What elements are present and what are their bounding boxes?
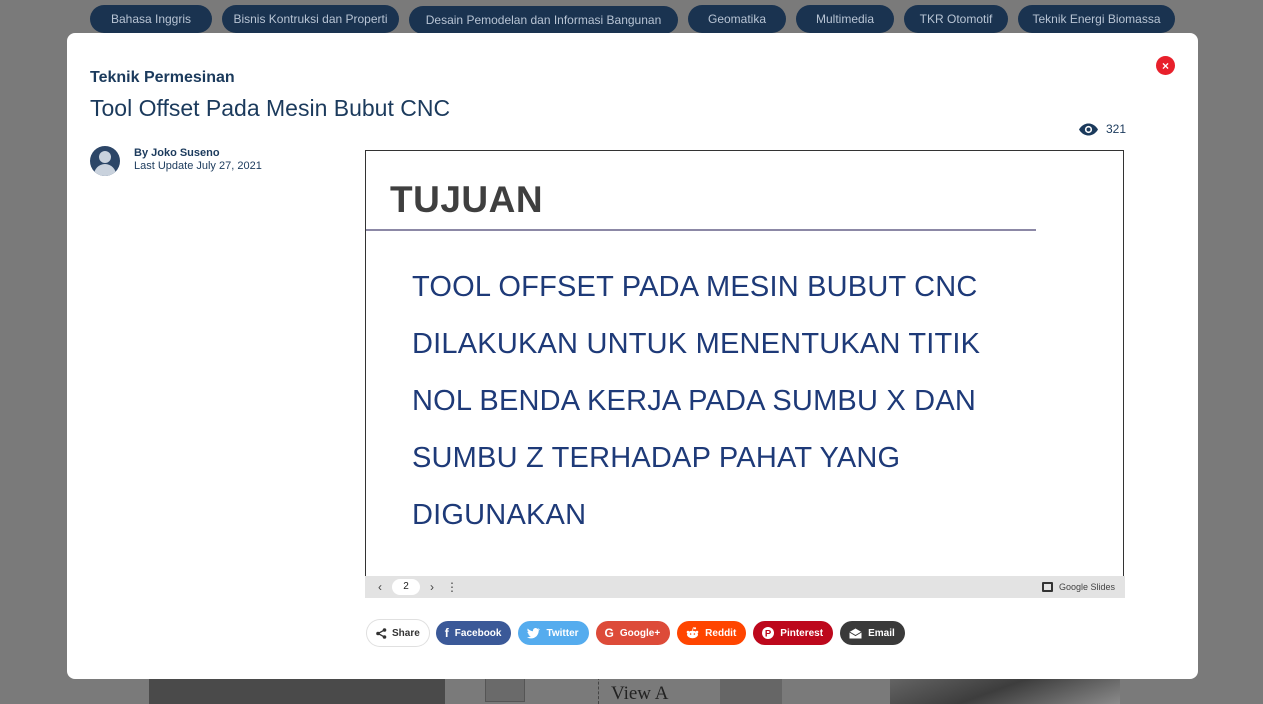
share-bar: Share f Facebook Twitter G Google+ Reddi… [367, 620, 905, 646]
article-category[interactable]: Teknik Permesinan [90, 69, 235, 87]
article-modal: × Teknik Permesinan Tool Offset Pada Mes… [67, 33, 1198, 679]
view-count: 321 [1106, 122, 1127, 136]
share-email-button[interactable]: Email [840, 621, 905, 645]
reddit-icon [686, 627, 699, 639]
category-pill-teknik-energi[interactable]: Teknik Energi Biomassa [1018, 5, 1175, 33]
share-facebook-button[interactable]: f Facebook [435, 621, 512, 645]
slide-embed[interactable]: TUJUAN TOOL OFFSET PADA MESIN BUBUT CNC … [365, 150, 1124, 597]
close-icon: × [1161, 58, 1169, 73]
share-facebook-label: Facebook [454, 627, 502, 639]
category-pill-bahasa-inggris[interactable]: Bahasa Inggris [90, 5, 212, 33]
share-reddit-label: Reddit [705, 627, 737, 639]
slide-text-line: NOL BENDA KERJA PADA SUMBU X DAN [412, 385, 976, 417]
google-slides-icon [1041, 582, 1053, 592]
share-pinterest-button[interactable]: P Pinterest [753, 621, 834, 645]
twitter-icon [527, 627, 541, 638]
author-block: By Joko Suseno Last Update July 27, 2021 [90, 145, 262, 176]
share-googleplus-button[interactable]: G Google+ [595, 621, 671, 645]
slide-page-number[interactable]: 2 [392, 579, 420, 595]
eye-icon [1079, 123, 1098, 135]
category-pill-desain-pemodelan[interactable]: Desain Pemodelan dan Informasi Bangunan [409, 6, 678, 34]
avatar [90, 146, 120, 176]
share-twitter-button[interactable]: Twitter [518, 621, 589, 645]
share-label: Share [392, 627, 420, 639]
google-slides-label: Google Slides [1058, 582, 1115, 592]
pinterest-icon: P [762, 627, 775, 639]
share-reddit-button[interactable]: Reddit [677, 621, 747, 645]
slide-text-line: SUMBU Z TERHADAP PAHAT YANG [412, 442, 901, 474]
slide-divider [366, 229, 1036, 231]
share-button[interactable]: Share [367, 620, 429, 646]
share-twitter-label: Twitter [546, 627, 579, 639]
category-pill-geomatika[interactable]: Geomatika [688, 5, 786, 33]
email-icon [849, 628, 862, 638]
share-googleplus-label: Google+ [619, 627, 661, 639]
google-icon: G [604, 626, 614, 640]
slide-heading: TUJUAN [390, 179, 544, 220]
close-button[interactable]: × [1156, 56, 1175, 75]
slide-body: TOOL OFFSET PADA MESIN BUBUT CNC DILAKUK… [412, 259, 1092, 544]
share-email-label: Email [868, 627, 895, 639]
share-pinterest-label: Pinterest [780, 627, 824, 639]
prev-slide-button[interactable]: ‹ [370, 580, 390, 594]
google-slides-link[interactable]: Google Slides [1041, 582, 1115, 592]
share-icon [376, 627, 387, 639]
author-name[interactable]: By Joko Suseno [134, 147, 262, 159]
view-counter: 321 [1078, 122, 1126, 136]
article-title: Tool Offset Pada Mesin Bubut CNC [90, 95, 451, 121]
slide-toolbar: ‹ 2 › ⋮ Google Slides [365, 576, 1125, 598]
slide-text-line: DIGUNAKAN [412, 499, 587, 531]
next-slide-button[interactable]: › [422, 580, 442, 594]
slide-text-line: TOOL OFFSET PADA MESIN BUBUT CNC [412, 271, 978, 303]
category-pill-multimedia[interactable]: Multimedia [796, 5, 894, 33]
slide-text-line: DILAKUKAN UNTUK MENENTUKAN TITIK [412, 328, 981, 360]
facebook-icon: f [444, 626, 449, 640]
last-update: Last Update July 27, 2021 [134, 160, 262, 172]
category-nav: Bahasa Inggris Bisnis Kontruksi dan Prop… [0, 5, 1263, 34]
slide-menu-button[interactable]: ⋮ [442, 580, 462, 594]
svg-text:P: P [765, 628, 772, 639]
category-pill-bisnis-kontruksi[interactable]: Bisnis Kontruksi dan Properti [222, 5, 399, 33]
category-pill-tkr-otomotif[interactable]: TKR Otomotif [904, 5, 1008, 33]
